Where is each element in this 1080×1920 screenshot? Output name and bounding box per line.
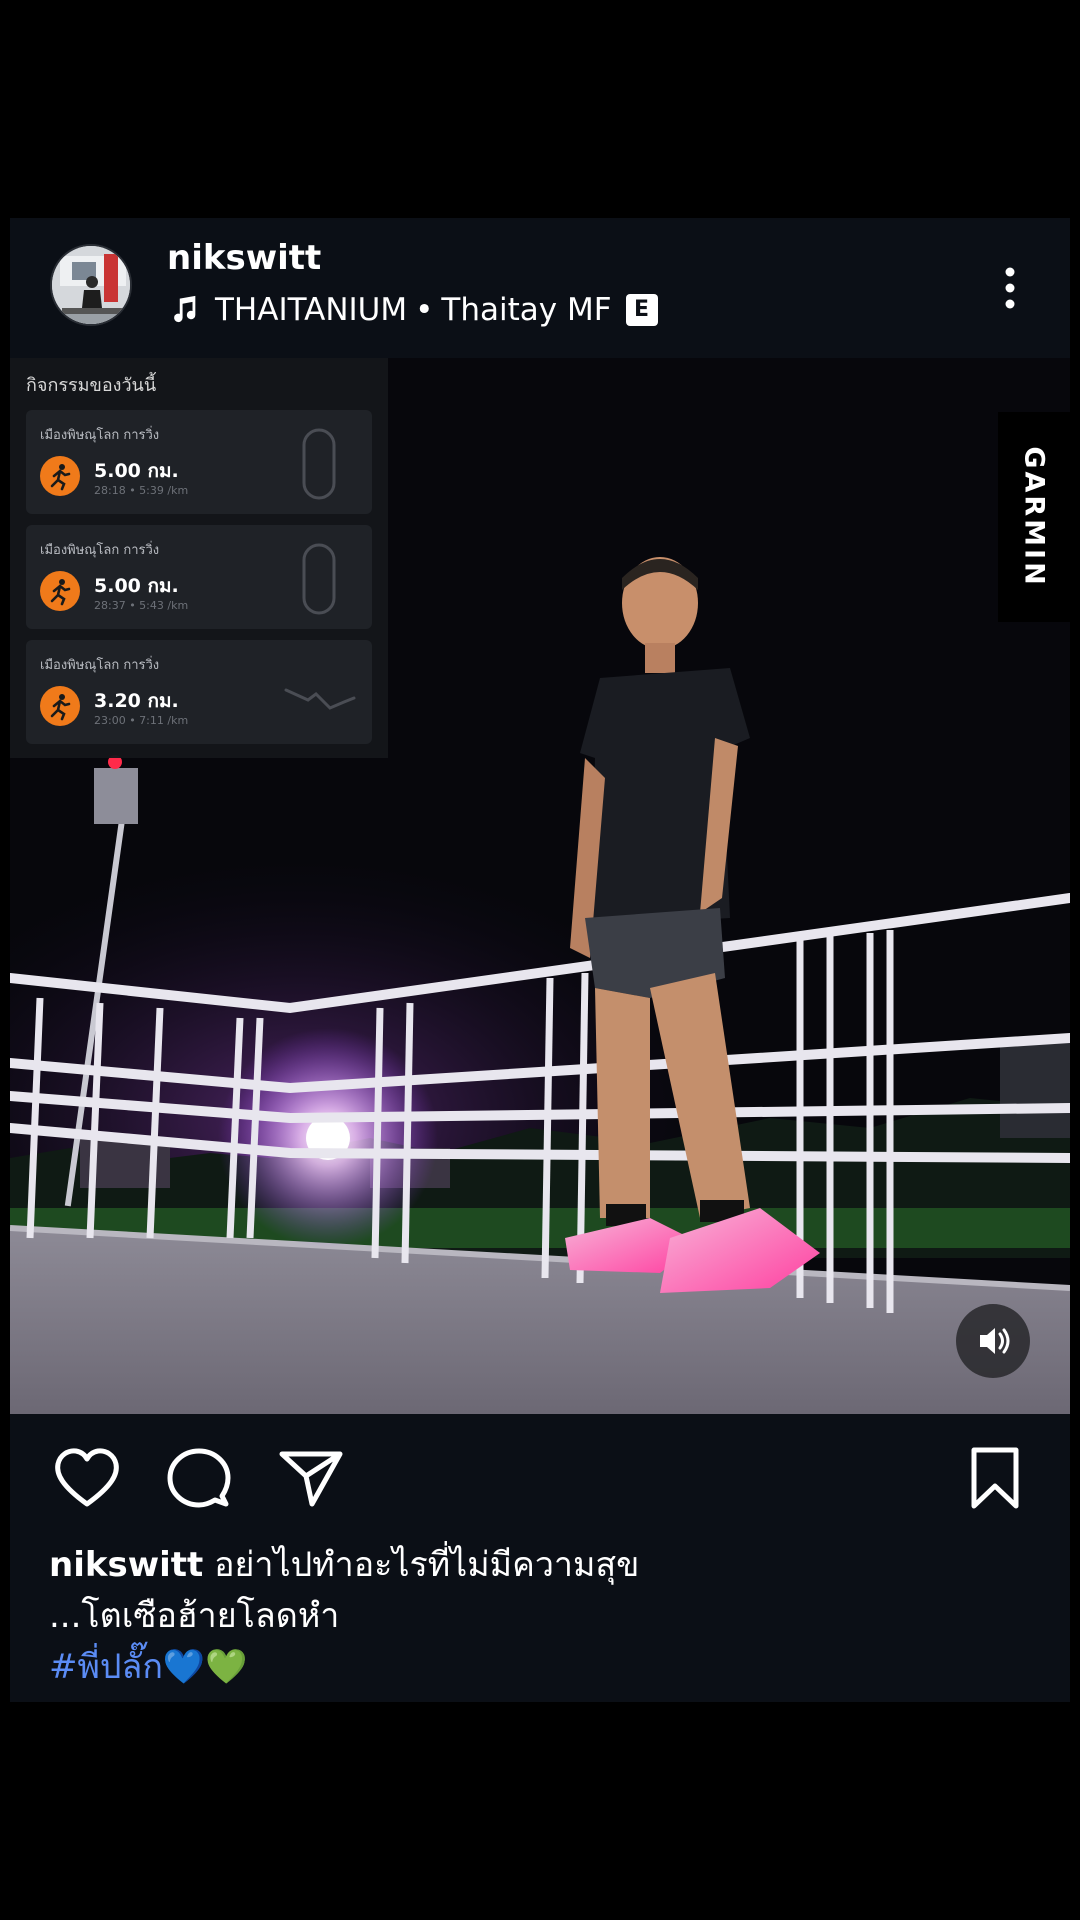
- activity-distance: 5.00 กม.: [94, 460, 179, 482]
- activity-card: เมืองพิษณุโลก การวิ่ง 5.00 กม. 28:37 • 5…: [26, 525, 372, 629]
- route-map-icon: [302, 428, 336, 500]
- heart-icon: [55, 1448, 119, 1507]
- activity-panel-title: กิจกรรมของวันนี้: [26, 375, 157, 396]
- activity-card: เมืองพิษณุโลก การวิ่ง 5.00 กม. 28:18 • 5…: [26, 410, 372, 514]
- activity-card: เมืองพิษณุโลก การวิ่ง 3.20 กม. 23:00 • 7…: [26, 640, 372, 744]
- like-button[interactable]: [52, 1444, 122, 1514]
- save-button[interactable]: [960, 1444, 1030, 1514]
- activity-location: เมืองพิษณุโลก การวิ่ง: [40, 543, 160, 558]
- comment-bubble-icon: [167, 1448, 231, 1508]
- caption-text: อย่าไปทำอะไรที่ไม่มีความสุข: [214, 1545, 640, 1585]
- sound-toggle-button[interactable]: [956, 1304, 1030, 1378]
- music-artist: Thaitay MF: [441, 292, 612, 328]
- route-map-icon: [284, 688, 356, 710]
- caption-hashtag[interactable]: #พี่ปลั๊ก💙💚: [49, 1642, 1049, 1693]
- activity-detail: 28:18 • 5:39 /km: [94, 484, 189, 497]
- caption-username[interactable]: nikswitt: [49, 1545, 203, 1585]
- post-photo[interactable]: กิจกรรมของวันนี้ เมืองพิษณุโลก การวิ่ง 5…: [10, 358, 1070, 1414]
- garmin-logo-text: GARMIN: [1018, 446, 1050, 588]
- music-attribution[interactable]: THAITANIUM • Thaitay MF E: [167, 288, 658, 332]
- caption-line-2: ...โตเซือฮ้ายโลดหำ: [49, 1596, 340, 1636]
- running-icon: [40, 686, 80, 726]
- activity-detail: 28:37 • 5:43 /km: [94, 599, 189, 612]
- running-icon: [40, 571, 80, 611]
- avatar-image: [52, 246, 130, 324]
- send-paper-plane-icon: [279, 1451, 343, 1507]
- instagram-post: nikswitt THAITANIUM • Thaitay MF E กิจกร…: [10, 218, 1070, 1702]
- activity-location: เมืองพิษณุโลก การวิ่ง: [40, 658, 160, 673]
- more-vertical-icon: [1005, 267, 1015, 309]
- comment-button[interactable]: [164, 1444, 234, 1514]
- activity-distance: 5.00 กม.: [94, 575, 179, 597]
- share-button[interactable]: [276, 1444, 346, 1514]
- post-action-bar: [10, 1414, 1070, 1524]
- post-caption: nikswitt อย่าไปทำอะไรที่ไม่มีความสุข ...…: [49, 1540, 1049, 1693]
- more-options-button[interactable]: [990, 258, 1030, 318]
- avatar[interactable]: [50, 244, 132, 326]
- activity-distance: 3.20 กม.: [94, 690, 179, 712]
- bookmark-icon: [971, 1447, 1019, 1509]
- running-icon: [40, 456, 80, 496]
- music-title: THAITANIUM: [215, 292, 408, 328]
- music-note-icon: [174, 295, 196, 323]
- garmin-brand-tag: GARMIN: [998, 412, 1070, 622]
- caption-line-1: nikswitt อย่าไปทำอะไรที่ไม่มีความสุข: [49, 1540, 1049, 1591]
- activity-detail: 23:00 • 7:11 /km: [94, 714, 189, 727]
- activity-summary-panel: กิจกรรมของวันนี้ เมืองพิษณุโลก การวิ่ง 5…: [10, 358, 388, 758]
- post-username[interactable]: nikswitt: [167, 238, 321, 278]
- music-separator: •: [415, 292, 434, 328]
- speaker-icon: [980, 1328, 1010, 1354]
- explicit-badge: E: [625, 294, 658, 326]
- route-map-icon: [302, 543, 336, 615]
- activity-location: เมืองพิษณุโลก การวิ่ง: [40, 428, 160, 443]
- post-header: nikswitt THAITANIUM • Thaitay MF E: [10, 218, 1070, 358]
